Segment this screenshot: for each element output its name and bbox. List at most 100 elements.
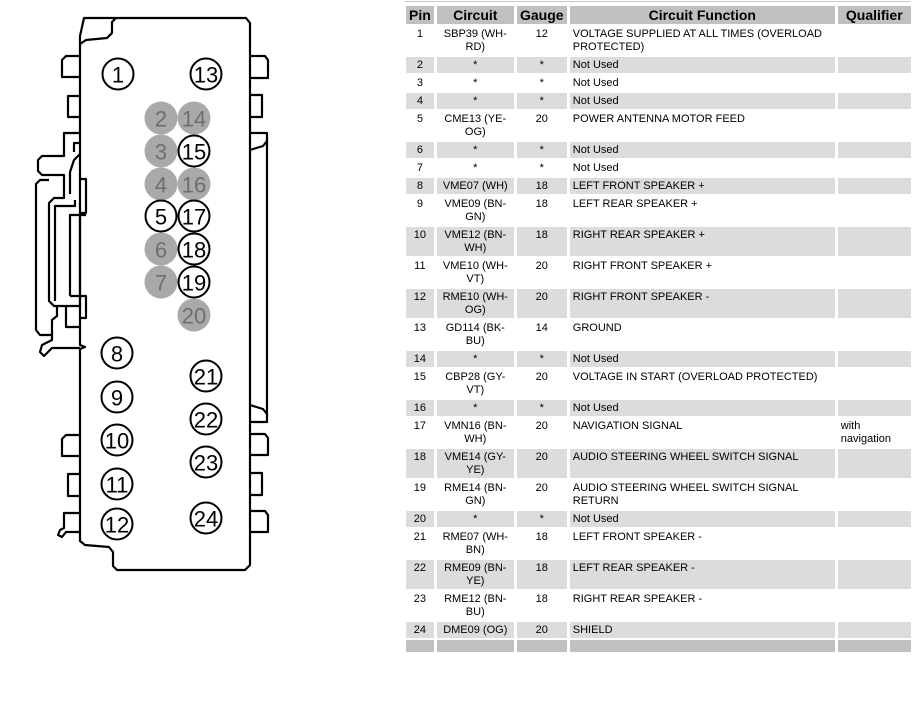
cell-pin: 15 <box>413 371 427 383</box>
connector-pin-8: 8 <box>100 336 134 370</box>
footer-cell <box>406 640 434 652</box>
table-row: 15 CBP28 (GY-VT) 20 VOLTAGE IN START (OVERL… <box>406 369 911 398</box>
cell-circuit: VME14 (GY-YE) <box>436 449 514 478</box>
footer-cell <box>436 640 514 652</box>
cell-circuit-function: LEFT REAR SPEAKER + <box>572 198 698 210</box>
table-row: 14 * * Not Used <box>406 351 911 367</box>
cell-circuit: RME10 (WH-OG) <box>436 289 514 318</box>
cell-qualifier <box>838 160 911 176</box>
cell-circuit: * <box>473 77 478 89</box>
cell-qualifier: with navigation <box>840 420 891 445</box>
header-pin: Pin <box>406 6 434 24</box>
cell-pin: 4 <box>406 93 434 109</box>
cell-gauge: * <box>539 162 544 174</box>
cell-circuit: * <box>473 162 478 174</box>
table-row: 4 * * Not Used <box>406 93 911 109</box>
cell-circuit: VME10 (WH-VT) <box>442 260 508 285</box>
pin-label: 1 <box>112 63 124 88</box>
cell-circuit-function: VOLTAGE SUPPLIED AT ALL TIMES (OVERLOAD … <box>572 28 822 53</box>
cell-circuit: * <box>436 511 514 527</box>
connector-pin-2: 2 <box>144 101 178 135</box>
pin-label: 21 <box>194 365 218 390</box>
cell-pin: 19 <box>413 482 427 494</box>
header-qualifier: Qualifier <box>837 6 911 24</box>
connector-pin-9: 9 <box>100 380 134 414</box>
cell-pin: 12 <box>406 289 434 318</box>
connector-pin-5: 5 <box>144 199 178 233</box>
cell-pin: 13 <box>413 322 427 334</box>
table-header-row: Pin Circuit Gauge Circuit Function Quali… <box>406 6 911 24</box>
table-row: 19 RME14 (BN-GN) 20 AUDIO STEERING WHEEL SW… <box>406 480 911 509</box>
footer-cell <box>569 640 835 652</box>
table-row: 7 * * Not Used <box>406 160 911 176</box>
cell-qualifier <box>837 400 911 416</box>
cell-circuit: RME14 (BN-GN) <box>444 482 507 507</box>
connector-pin-15: 15 <box>177 134 211 168</box>
cell-circuit-function: GROUND <box>572 322 622 334</box>
cell-pin: 11 <box>414 260 426 272</box>
cell-circuit-function: AUDIO STEERING WHEEL SWITCH SIGNAL RETUR… <box>572 482 799 507</box>
connector-pin-11: 11 <box>100 467 134 501</box>
top-divider <box>405 1 910 2</box>
pin-label: 24 <box>194 507 218 532</box>
header-circuit-function: Circuit Function <box>569 6 835 24</box>
table-row: 24 DME09 (OG) 20 SHIELD <box>406 622 911 638</box>
cell-qualifier <box>837 289 911 318</box>
cell-circuit: * <box>436 351 514 367</box>
cell-circuit: * <box>436 142 514 158</box>
table-row: 23 RME12 (BN-BU) 18 RIGHT REAR SPEAKER - <box>406 591 911 620</box>
cell-pin: 23 <box>413 593 427 605</box>
cell-gauge: 20 <box>535 113 548 125</box>
cell-circuit: RME09 (BN-YE) <box>436 560 514 589</box>
connector-pin-18: 18 <box>177 232 211 266</box>
table-row: 2 * * Not Used <box>406 57 911 73</box>
table-row: 8 VME07 (WH) 18 LEFT FRONT SPEAKER + <box>406 178 911 194</box>
cell-gauge: 18 <box>535 593 548 605</box>
cell-qualifier <box>837 449 911 478</box>
cell-pin: 5 <box>416 113 423 125</box>
cell-circuit-function: RIGHT REAR SPEAKER - <box>572 593 703 605</box>
table-row: 6 * * Not Used <box>406 142 911 158</box>
table-row: 5 CME13 (YE-OG) 20 POWER ANTENNA MOTOR FEED <box>406 111 911 140</box>
cell-circuit-function: POWER ANTENNA MOTOR FEED <box>572 113 745 125</box>
cell-circuit: * <box>436 57 514 73</box>
cell-gauge: 20 <box>535 260 548 272</box>
cell-pin: 7 <box>416 162 423 174</box>
cell-circuit-function: Not Used <box>569 57 835 73</box>
cell-pin: 17 <box>413 420 427 432</box>
connector-pin-22: 22 <box>189 402 223 436</box>
connector-pin-14: 14 <box>177 101 211 135</box>
cell-pin: 16 <box>406 400 434 416</box>
cell-circuit-function: RIGHT FRONT SPEAKER - <box>569 289 835 318</box>
cell-qualifier <box>837 142 911 158</box>
cell-circuit-function: Not Used <box>569 511 835 527</box>
cell-gauge: * <box>516 400 567 416</box>
cell-circuit: CBP28 (GY-VT) <box>445 371 506 396</box>
cell-circuit-function: Not Used <box>569 93 835 109</box>
cell-circuit: VME12 (BN-WH) <box>436 227 514 256</box>
table-row: 3 * * Not Used <box>406 75 911 91</box>
cell-circuit: * <box>436 93 514 109</box>
pin-label: 5 <box>155 205 167 230</box>
connector-pin-1: 1 <box>101 57 135 91</box>
cell-gauge: 20 <box>516 622 567 638</box>
table-row: 11 VME10 (WH-VT) 20 RIGHT FRONT SPEAKER + <box>406 258 911 287</box>
table-row: 10 VME12 (BN-WH) 18 RIGHT REAR SPEAKER + <box>406 227 911 256</box>
cell-circuit: CME13 (YE-OG) <box>444 113 507 138</box>
cell-gauge: * <box>516 57 567 73</box>
pin-label: 12 <box>105 513 129 538</box>
cell-pin: 3 <box>416 77 423 89</box>
table-row: 22 RME09 (BN-YE) 18 LEFT REAR SPEAKER - <box>406 560 911 589</box>
pin-label: 16 <box>182 173 206 198</box>
header-circuit: Circuit <box>436 6 514 24</box>
cell-gauge: 20 <box>535 420 548 432</box>
cell-gauge: 18 <box>535 531 548 543</box>
cell-gauge: 20 <box>535 482 548 494</box>
pin-label: 13 <box>194 63 218 88</box>
cell-circuit-function: LEFT FRONT SPEAKER + <box>569 178 835 194</box>
cell-gauge: 20 <box>516 449 567 478</box>
connector-diagram: 2 3 4 6 7 14 16 20 1 5 8 9 10 11 12 13 15 17 18 19 21 22 23 24 <box>0 0 400 712</box>
cell-circuit-function: Not Used <box>569 400 835 416</box>
cell-qualifier <box>838 258 911 287</box>
table-row: 12 RME10 (WH-OG) 20 RIGHT FRONT SPEAKER - <box>406 289 911 318</box>
